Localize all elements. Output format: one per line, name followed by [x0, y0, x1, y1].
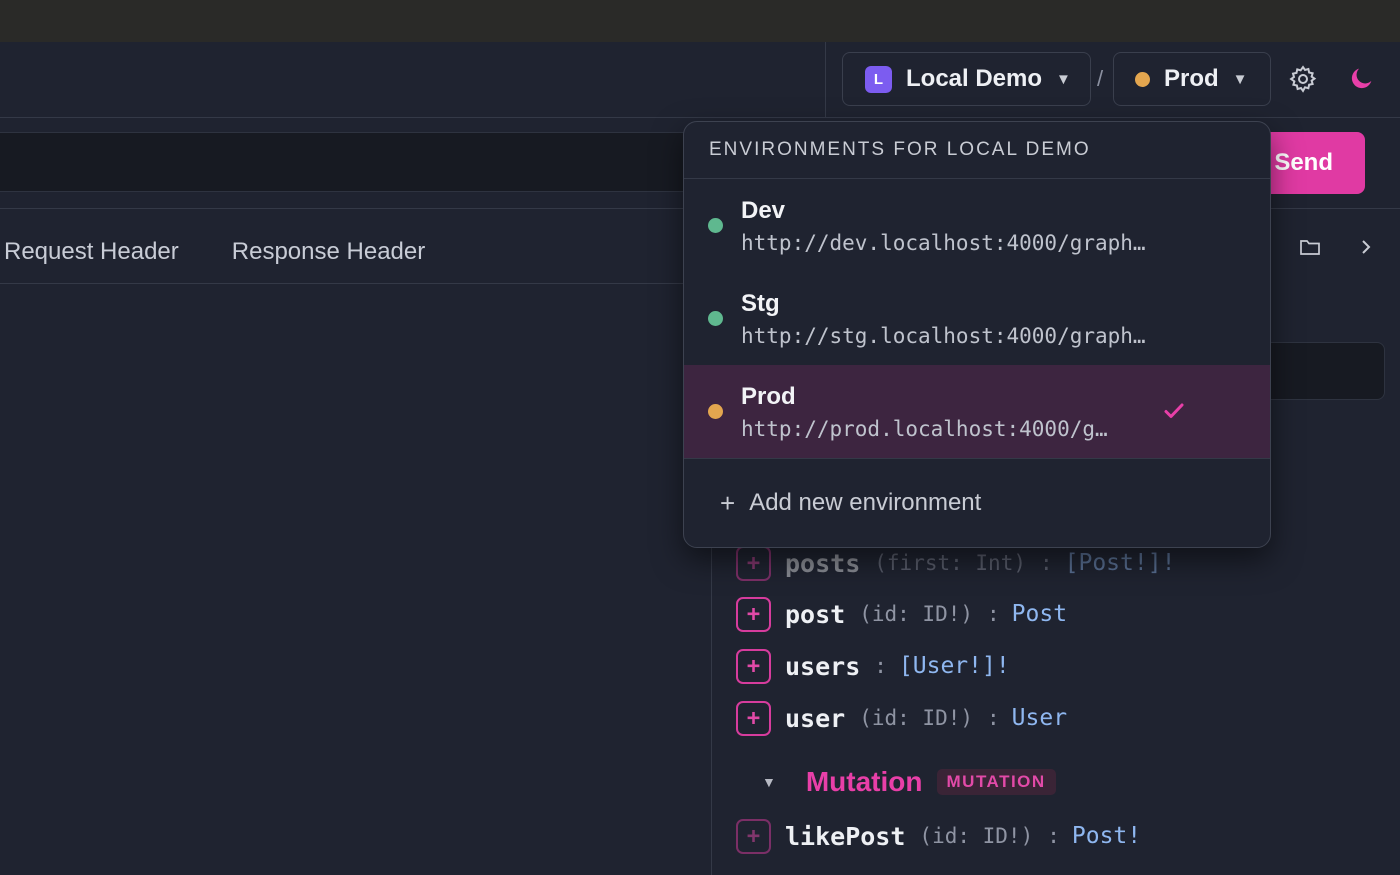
- window-titlebar: [0, 0, 1400, 42]
- field-args: (id: ID!): [859, 602, 974, 626]
- field-type: Post: [1011, 601, 1068, 627]
- field-name: posts: [785, 548, 861, 578]
- env-status-dot: [708, 311, 723, 326]
- env-url: http://stg.localhost:4000/graph…: [741, 323, 1146, 348]
- field-type-separator: :: [987, 602, 1000, 626]
- add-field-button[interactable]: +: [736, 648, 771, 684]
- field-name: users: [785, 651, 861, 681]
- mutation-title: Mutation: [805, 766, 923, 797]
- mutation-badge: MUTATION: [936, 769, 1056, 795]
- env-status-dot: [708, 404, 723, 419]
- workspace-badge: L: [865, 65, 892, 93]
- tab-request-header[interactable]: Request Header: [4, 238, 179, 266]
- field-type: [User!]!: [898, 653, 1010, 679]
- schema-field-row[interactable]: + posts (first: Int) : [Post!]!: [736, 545, 1175, 581]
- divider: [0, 283, 700, 284]
- dropdown-header: ENVIRONMENTS FOR LOCAL DEMO: [684, 122, 1270, 179]
- field-args: (id: ID!): [919, 824, 1034, 848]
- field-name: user: [785, 703, 846, 733]
- caret-down-icon: ▼: [1232, 70, 1248, 88]
- env-name: Stg: [741, 289, 780, 317]
- env-url: http://prod.localhost:4000/g…: [741, 416, 1108, 441]
- env-name: Dev: [741, 196, 786, 224]
- mutation-section-header[interactable]: ▼ Mutation MUTATION: [762, 766, 1056, 798]
- env-name: Prod: [741, 382, 796, 410]
- moon-icon[interactable]: [1348, 64, 1376, 92]
- collapse-caret-icon[interactable]: ▼: [762, 774, 776, 790]
- env-option-dev[interactable]: Dev http://dev.localhost:4000/graph…: [684, 179, 1270, 272]
- chevron-right-icon[interactable]: [1356, 236, 1376, 258]
- environment-selector[interactable]: Prod ▼: [1113, 52, 1271, 106]
- add-field-button[interactable]: +: [736, 700, 771, 736]
- field-type-separator: :: [1039, 551, 1053, 575]
- add-field-button[interactable]: +: [736, 545, 771, 581]
- field-name: post: [785, 599, 846, 629]
- add-field-button[interactable]: +: [736, 818, 771, 854]
- workspace-selector[interactable]: L Local Demo ▼: [842, 52, 1091, 106]
- env-option-stg[interactable]: Stg http://stg.localhost:4000/graph…: [684, 272, 1270, 365]
- field-type: Post!: [1071, 823, 1142, 849]
- field-args: (first: Int): [874, 551, 1026, 575]
- env-url: http://dev.localhost:4000/graph…: [741, 230, 1146, 255]
- add-environment-label: Add new environment: [749, 489, 982, 516]
- environment-label: Prod: [1164, 65, 1219, 92]
- add-environment-button[interactable]: + Add new environment: [684, 459, 1270, 547]
- plus-icon: +: [720, 487, 736, 518]
- tab-response-header[interactable]: Response Header: [232, 238, 425, 266]
- env-status-dot: [1135, 71, 1150, 87]
- checkmark-icon: [1164, 403, 1184, 418]
- folder-icon[interactable]: [1298, 236, 1322, 258]
- field-type-separator: :: [987, 706, 1000, 730]
- field-name: likePost: [785, 821, 906, 851]
- url-input[interactable]: [0, 132, 700, 192]
- env-status-dot: [708, 218, 723, 233]
- caret-down-icon: ▼: [1056, 70, 1071, 88]
- workspace-label: Local Demo: [906, 65, 1043, 92]
- field-type: User: [1011, 705, 1068, 731]
- schema-field-row[interactable]: + likePost (id: ID!) : Post!: [736, 818, 1141, 854]
- field-type-separator: :: [874, 654, 887, 678]
- field-type-separator: :: [1047, 824, 1060, 848]
- env-option-prod[interactable]: Prod http://prod.localhost:4000/g…: [684, 365, 1270, 458]
- response-tabs: Request Header Response Header: [0, 222, 478, 282]
- schema-field-row[interactable]: + post (id: ID!) : Post: [736, 596, 1067, 632]
- breadcrumb-separator: /: [1097, 66, 1104, 91]
- add-field-button[interactable]: +: [736, 596, 771, 632]
- panel-divider: [711, 540, 712, 875]
- toolbar-divider: [825, 42, 826, 118]
- field-args: (id: ID!): [859, 706, 974, 730]
- gear-icon[interactable]: [1288, 64, 1318, 94]
- schema-field-row[interactable]: + users : [User!]!: [736, 648, 1010, 684]
- schema-field-row[interactable]: + user (id: ID!) : User: [736, 700, 1067, 736]
- field-type: [Post!]!: [1064, 550, 1176, 576]
- environment-dropdown: ENVIRONMENTS FOR LOCAL DEMO Dev http://d…: [683, 121, 1271, 548]
